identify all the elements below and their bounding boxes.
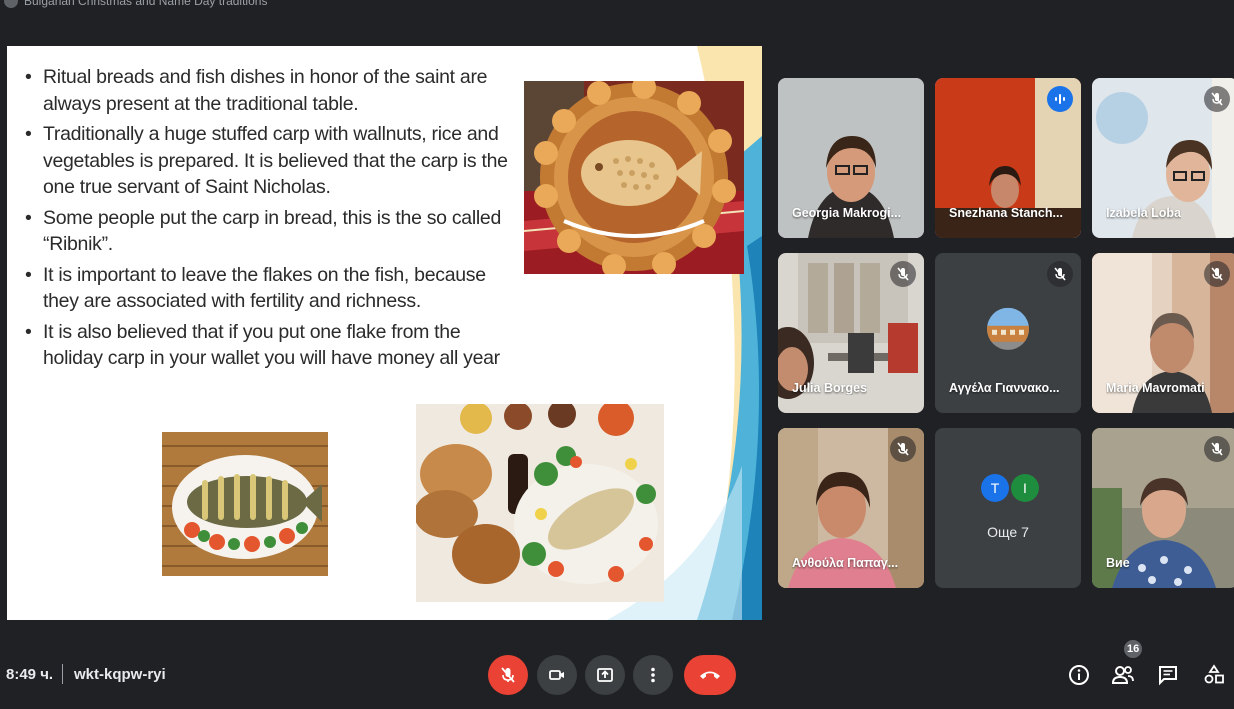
participant-tile-active-speaker[interactable]: Snezhana Stanch... [935,78,1081,238]
participant-name: Julia Borges [792,381,868,395]
mic-off-icon [1204,86,1230,112]
mic-off-icon [1047,261,1073,287]
participant-avatar: I [1011,474,1039,502]
participant-tile[interactable]: Izabela Loba [1092,78,1234,238]
chat-icon [1159,666,1177,686]
meeting-code: wkt-kqpw-ryi [74,666,166,683]
more-participants-avatars: T I [981,474,1039,502]
self-view-tile[interactable]: Вие [1092,428,1234,588]
chat-button[interactable] [1155,662,1181,688]
slide-bullet: Some people put the carp in bread, this … [25,205,525,258]
holiday-feast-photo [416,404,664,602]
participant-avatar [987,307,1029,350]
microphone-toggle-button[interactable] [488,655,528,695]
people-icon [1111,666,1134,684]
slide-bullet: It is important to leave the flakes on t… [25,262,525,315]
stuffed-carp-photo [162,432,328,576]
leave-call-button[interactable] [684,655,736,695]
hang-up-icon [700,671,720,679]
participant-name: Snezhana Stanch... [949,206,1063,220]
mic-off-icon [501,667,515,683]
presentation-slide: Ritual breads and fish dishes in honor o… [7,46,762,620]
participant-name: Izabela Loba [1106,206,1182,220]
camera-icon [549,670,564,680]
more-options-icon [651,667,655,683]
slide-bullet: Ritual breads and fish dishes in honor o… [25,64,525,117]
participant-name: Maria Mavromati [1106,381,1205,395]
bottom-control-bar: 8:49 ч. wkt-kqpw-ryi 16 [0,620,1234,709]
mic-off-icon [1204,436,1230,462]
slide-bullet: Traditionally a huge stuffed carp with w… [25,121,525,201]
meet-window: Bulgarian Christmas and Name Day traditi… [0,0,1234,709]
mic-off-icon [1204,261,1230,287]
slide-bullet: It is also believed that if you put one … [25,319,525,372]
participant-name: Ανθούλα Παπαγ... [792,556,899,570]
participant-name: Georgia Makrogi... [792,206,902,220]
top-title-bar: Bulgarian Christmas and Name Day traditi… [0,0,1234,22]
participant-tile[interactable]: Julia Borges [778,253,924,413]
activities-icon [1204,664,1224,684]
participant-avatar: T [981,474,1009,502]
present-screen-button[interactable] [585,655,625,695]
participant-name: Αγγέλα Γιαννακο... [949,381,1060,395]
camera-toggle-button[interactable] [537,655,577,695]
meeting-details-button[interactable] [1066,662,1092,688]
fish-bread-photo [524,81,744,274]
slide-bullet-list: Ritual breads and fish dishes in honor o… [25,64,525,376]
presenter-avatar [4,0,18,8]
activities-button[interactable] [1201,662,1227,688]
more-participants-label: Още 7 [987,524,1029,540]
people-button[interactable] [1110,662,1136,688]
more-options-button[interactable] [633,655,673,695]
participant-tile[interactable]: Ανθούλα Παπαγ... [778,428,924,588]
participant-tile[interactable]: Αγγέλα Γιαννακο... [935,253,1081,413]
participant-name: Вие [1106,556,1130,570]
info-icon [1069,665,1089,685]
mic-off-icon [890,261,916,287]
present-screen-icon [597,668,613,682]
divider [62,664,63,684]
participant-tile[interactable]: Maria Mavromati [1092,253,1234,413]
speaking-indicator-icon [1047,86,1073,112]
participant-count-badge: 16 [1124,640,1143,658]
more-participants-tile[interactable]: T I Още 7 [935,428,1081,588]
participant-tile[interactable]: Georgia Makrogi... [778,78,924,238]
mic-off-icon [890,436,916,462]
presentation-title: Bulgarian Christmas and Name Day traditi… [24,0,268,8]
meeting-clock: 8:49 ч. [6,666,54,683]
